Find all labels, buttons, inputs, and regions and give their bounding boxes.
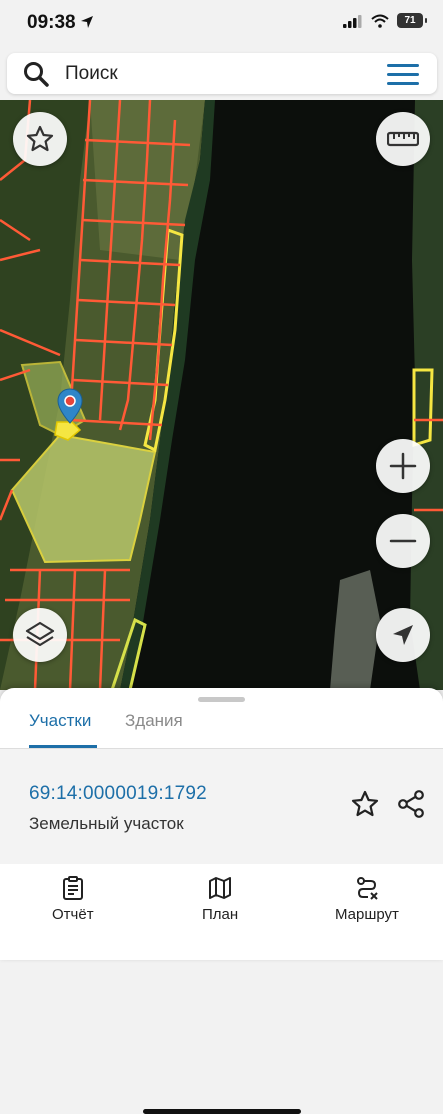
map-view[interactable] <box>0 100 443 690</box>
cadastral-number[interactable]: 69:14:0000019:1792 <box>29 783 207 805</box>
nav-route[interactable]: Маршрут <box>335 876 399 923</box>
parcel-location-marker-icon[interactable] <box>57 388 83 424</box>
parcel-type: Земельный участок <box>29 814 184 833</box>
location-arrow-icon <box>81 16 93 28</box>
status-bar: 09:38 71 <box>0 0 443 48</box>
navigation-arrow-icon <box>393 625 413 645</box>
battery-indicator: 71 <box>397 13 427 28</box>
report-icon <box>62 876 83 900</box>
menu-icon[interactable] <box>387 62 419 86</box>
bottom-sheet: Участки Здания 69:14:0000019:1792 Земель… <box>0 688 443 1114</box>
active-tab-indicator <box>29 745 97 748</box>
star-icon <box>26 125 54 152</box>
parcel-list-item[interactable]: 69:14:0000019:1792 Земельный участок <box>0 749 443 864</box>
nav-report[interactable]: Отчёт <box>52 876 94 923</box>
favorites-button[interactable] <box>13 112 67 166</box>
nav-plan[interactable]: План <box>202 876 238 923</box>
nav-report-label: Отчёт <box>52 906 94 923</box>
zoom-out-button[interactable] <box>376 514 430 568</box>
plus-icon <box>389 452 417 480</box>
home-indicator <box>143 1109 301 1114</box>
favorite-star-icon[interactable] <box>350 789 380 819</box>
wifi-icon <box>371 14 389 28</box>
bottom-nav: Отчёт План Маршрут <box>0 864 443 1114</box>
zoom-in-button[interactable] <box>376 439 430 493</box>
map-icon <box>209 877 232 899</box>
status-time: 09:38 <box>27 12 76 33</box>
layers-icon <box>25 621 55 647</box>
my-location-button[interactable] <box>376 608 430 662</box>
search-icon[interactable] <box>23 61 49 87</box>
minus-icon <box>389 539 417 543</box>
ruler-icon <box>387 131 419 147</box>
tab-buildings[interactable]: Здания <box>125 711 183 731</box>
battery-level: 71 <box>404 15 416 26</box>
search-bar[interactable]: Поиск <box>7 53 437 94</box>
layers-button[interactable] <box>13 608 67 662</box>
signal-icon <box>343 14 362 28</box>
share-icon[interactable] <box>396 789 426 819</box>
nav-route-label: Маршрут <box>335 906 399 923</box>
ruler-button[interactable] <box>376 112 430 166</box>
route-icon <box>356 877 378 900</box>
nav-plan-label: План <box>202 906 239 923</box>
search-input[interactable]: Поиск <box>65 63 118 85</box>
tab-parcels[interactable]: Участки <box>29 711 91 731</box>
tabs: Участки Здания <box>0 702 443 749</box>
